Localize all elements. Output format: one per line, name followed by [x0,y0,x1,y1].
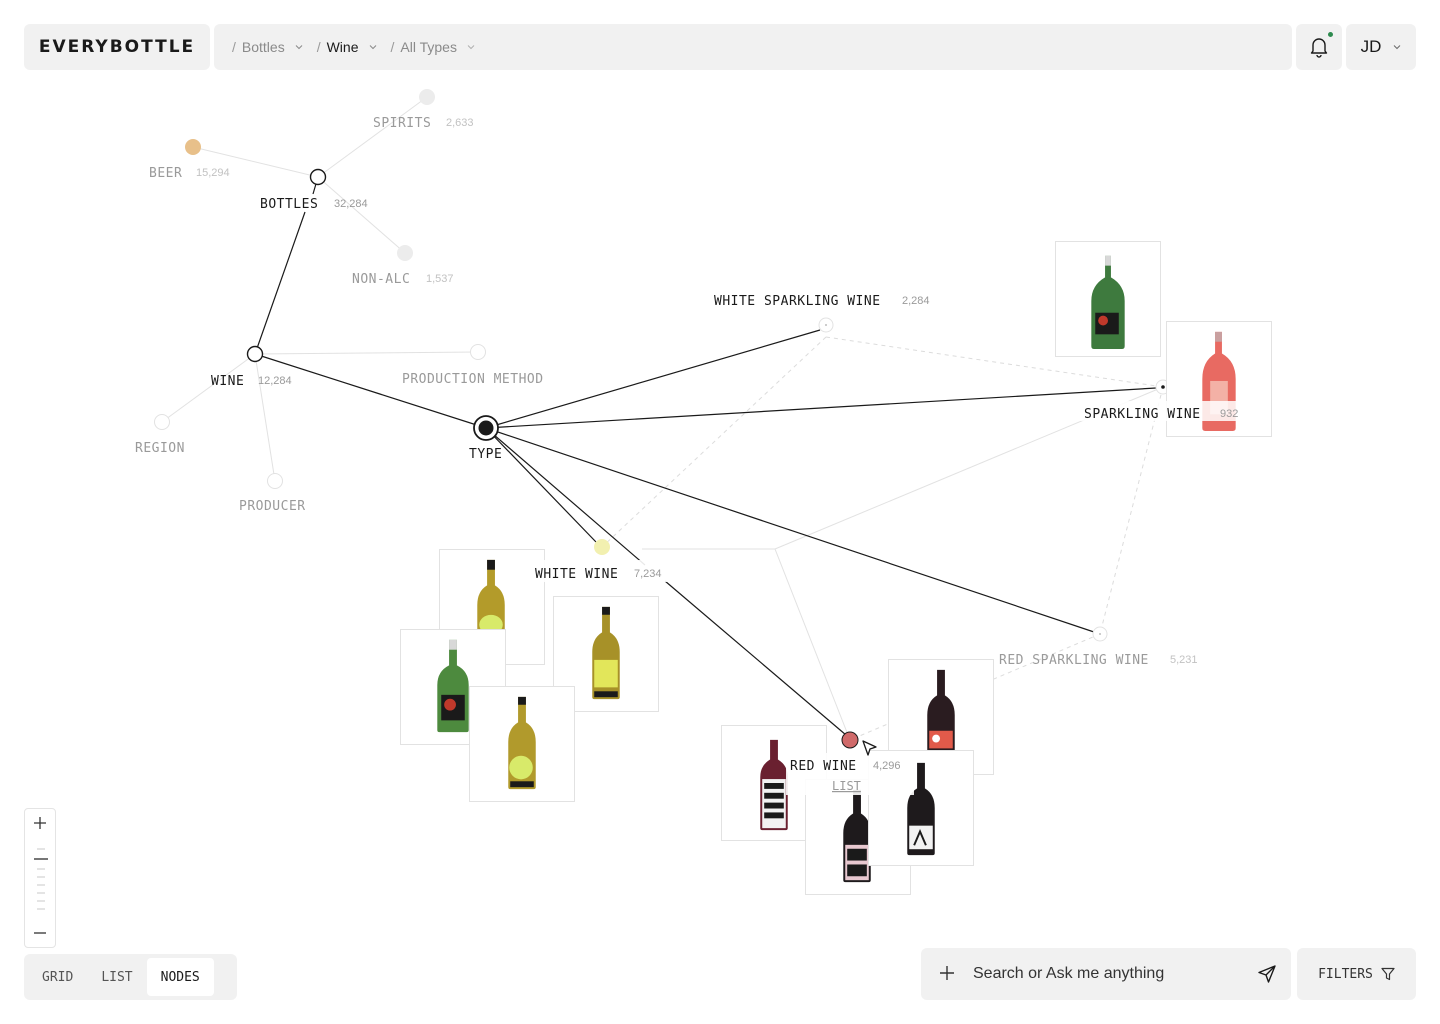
label-sparkling-wine: SPARKLING WINE [1084,407,1201,422]
breadcrumb: / Bottles / Wine / All Types [214,24,1292,70]
tab-nodes[interactable]: NODES [146,958,214,996]
brand-logo[interactable]: EVERYBOTTLE [24,24,210,70]
breadcrumb-label: All Types [400,39,457,55]
breadcrumb-wine[interactable]: / Wine [317,39,377,55]
plus-icon [34,817,46,829]
filter-icon [1381,967,1395,981]
notifications-button[interactable] [1296,24,1342,70]
breadcrumb-separator: / [390,39,395,55]
zoom-slider[interactable] [34,845,48,915]
zoom-control [24,808,56,948]
user-initials: JD [1360,37,1382,56]
breadcrumb-separator: / [316,39,321,55]
count-sparkling-wine: 932 [1220,408,1238,420]
tab-list[interactable]: LIST [87,958,146,996]
send-button[interactable] [1243,964,1291,984]
minus-icon [34,932,46,934]
brand-name: EVERYBOTTLE [38,37,196,57]
tab-grid[interactable]: GRID [28,958,87,996]
overlay-labels: SPARKLING WINE 932 WHITE WINE 7,234 RED … [530,401,1244,795]
breadcrumb-label: Wine [326,39,359,55]
node-red-wine[interactable] [841,731,859,749]
breadcrumb-separator: / [232,39,236,55]
count-red-wine: 4,296 [873,760,901,772]
plus-icon [940,966,954,980]
filters-button[interactable]: FILTERS [1297,948,1416,1000]
view-switcher: GRID LIST NODES [24,954,237,1000]
search-bar[interactable]: Search or Ask me anything [921,948,1291,1000]
zoom-in-button[interactable] [25,809,55,837]
filters-label: FILTERS [1318,966,1373,982]
breadcrumb-all-types[interactable]: / All Types [391,39,475,55]
bell-icon [1310,38,1328,58]
user-menu-button[interactable]: JD [1346,24,1416,70]
label-red-wine: RED WINE [790,759,857,774]
red-wine-list-link[interactable]: LIST [832,779,861,793]
label-white-wine: WHITE WINE [535,567,618,582]
chevron-down-icon [369,45,376,50]
chevron-down-icon [295,45,303,50]
breadcrumb-bottles[interactable]: / Bottles [232,39,303,55]
notification-badge [1327,31,1334,38]
add-button[interactable] [921,961,973,987]
send-icon [1258,965,1276,983]
count-white-wine: 7,234 [634,568,662,580]
search-input[interactable]: Search or Ask me anything [973,965,1243,983]
breadcrumb-label: Bottles [241,39,285,55]
chevron-down-icon [467,45,475,50]
cursor-icon [862,740,877,756]
zoom-out-button[interactable] [25,919,55,947]
chevron-down-icon [1394,45,1401,50]
